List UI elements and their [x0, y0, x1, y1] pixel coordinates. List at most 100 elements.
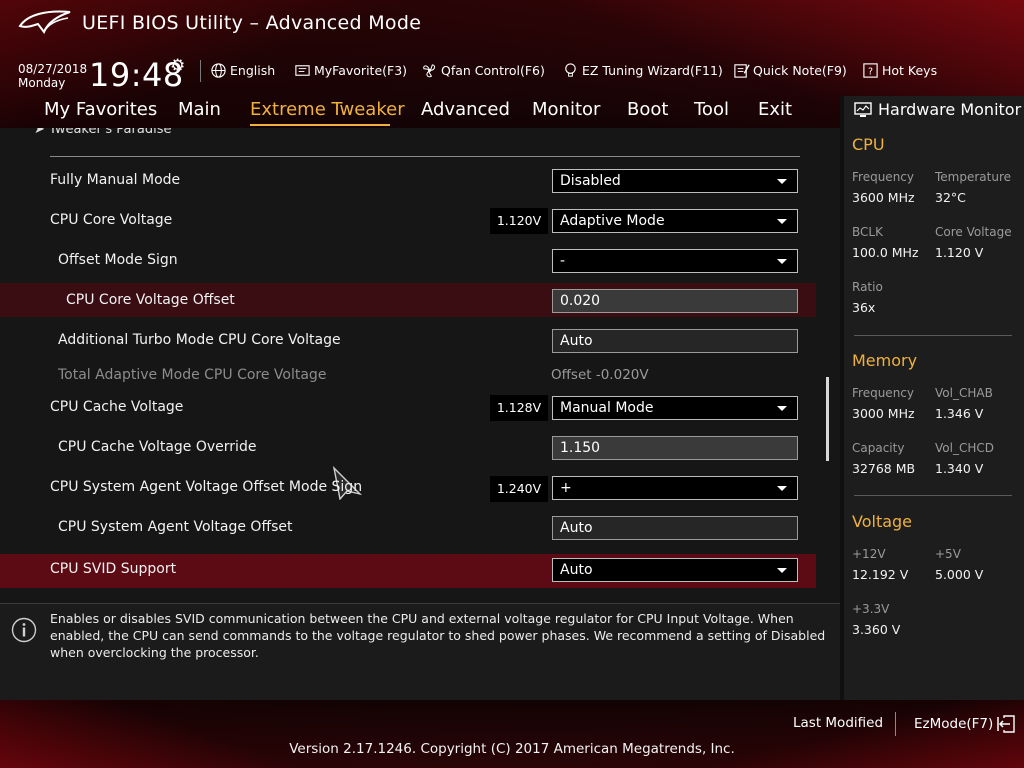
breadcrumb-arrow-icon: ➤: [34, 128, 50, 137]
hw-capacity-label: Capacity: [852, 441, 905, 455]
version-copyright: Version 2.17.1246. Copyright (C) 2017 Am…: [289, 741, 735, 757]
fully-manual-mode-value: Disabled: [560, 173, 621, 189]
hw-cpu-frequency-label: Frequency: [852, 170, 914, 184]
myfavorite-button[interactable]: MyFavorite(F3): [294, 62, 407, 79]
chevron-down-icon: [777, 486, 787, 491]
hardware-monitor-title: Hardware Monitor: [878, 100, 1022, 119]
sa-offset-label: CPU System Agent Voltage Offset: [58, 519, 293, 535]
fully-manual-mode-label: Fully Manual Mode: [50, 172, 181, 188]
hw-divider: [854, 335, 1012, 336]
hot-keys-label: Hot Keys: [882, 63, 938, 78]
favorite-icon: [295, 65, 310, 76]
total-adaptive-voltage-label: Total Adaptive Mode CPU Core Voltage: [58, 367, 327, 383]
hw-memory-heading: Memory: [852, 351, 918, 370]
cpu-cache-voltage-label: CPU Cache Voltage: [50, 399, 184, 415]
cpu-cache-voltage-select[interactable]: Manual Mode: [552, 396, 798, 420]
hw-ratio-value: 36x: [852, 300, 876, 315]
language-label: English: [230, 63, 276, 78]
tab-my-favorites[interactable]: My Favorites: [44, 99, 157, 120]
language-button[interactable]: English: [210, 62, 275, 79]
settings-panel: ➤ Tweaker's Paradise Fully Manual Mode D…: [0, 128, 840, 603]
ez-tuning-wizard-button[interactable]: EZ Tuning Wizard(F11): [562, 62, 723, 79]
sa-offset-sign-label: CPU System Agent Voltage Offset Mode Sig…: [50, 479, 363, 495]
fully-manual-mode-select[interactable]: Disabled: [552, 169, 798, 193]
cpu-cache-voltage-value: Manual Mode: [560, 400, 654, 416]
hw-mem-frequency-value: 3000 MHz: [852, 406, 915, 421]
hw-5v-value: 5.000 V: [935, 567, 984, 582]
svid-support-value: Auto: [560, 562, 593, 578]
chevron-down-icon: [777, 179, 787, 184]
hardware-monitor-panel: Hardware Monitor CPU Frequency Temperatu…: [840, 96, 1024, 700]
sa-voltage-reading: 1.240V: [490, 476, 548, 502]
svid-support-label: CPU SVID Support: [50, 561, 177, 577]
chevron-down-icon: [777, 219, 787, 224]
hardware-monitor-header: Hardware Monitor: [854, 100, 1021, 119]
cpu-core-voltage-offset-label: CPU Core Voltage Offset: [66, 292, 235, 308]
bulb-icon: [565, 63, 576, 77]
cpu-cache-voltage-override-input[interactable]: 1.150: [552, 436, 798, 460]
sa-offset-input[interactable]: Auto: [552, 516, 798, 540]
clock-settings-gear-icon[interactable]: ⚙: [170, 56, 185, 76]
rog-logo-icon: [18, 10, 71, 35]
tab-monitor[interactable]: Monitor: [532, 99, 600, 120]
note-icon: [734, 64, 750, 78]
offset-mode-sign-label: Offset Mode Sign: [58, 252, 178, 268]
quick-note-button[interactable]: Quick Note(F9): [733, 62, 847, 79]
hot-keys-button[interactable]: ? Hot Keys: [862, 62, 937, 79]
additional-turbo-voltage-label: Additional Turbo Mode CPU Core Voltage: [58, 332, 341, 348]
help-panel: Enables or disables SVID communication b…: [0, 603, 840, 700]
offset-mode-sign-value: -: [560, 253, 566, 269]
exit-arrow-icon: [997, 715, 1015, 733]
myfavorite-label: MyFavorite(F3): [314, 63, 408, 78]
hw-core-voltage-value: 1.120 V: [935, 245, 984, 260]
chevron-down-icon: [777, 259, 787, 264]
svg-text:?: ?: [868, 66, 873, 77]
tab-extreme-tweaker[interactable]: Extreme Tweaker: [250, 99, 405, 120]
hw-12v-value: 12.192 V: [852, 567, 909, 582]
additional-turbo-voltage-input[interactable]: Auto: [552, 329, 798, 353]
cpu-core-voltage-label: CPU Core Voltage: [50, 212, 173, 228]
tab-tool[interactable]: Tool: [694, 99, 729, 120]
ezmode-label: EzMode(F7): [914, 716, 994, 732]
breadcrumb-label: Tweaker's Paradise: [49, 128, 172, 137]
hw-vol-chab-value: 1.346 V: [935, 406, 984, 421]
hw-cpu-temperature-label: Temperature: [935, 170, 1012, 184]
hw-cpu-frequency-value: 3600 MHz: [852, 190, 915, 205]
cpu-cache-voltage-override-label: CPU Cache Voltage Override: [58, 439, 257, 455]
hw-vol-chab-label: Vol_CHAB: [935, 386, 993, 400]
ezmode-button[interactable]: EzMode(F7): [914, 715, 1016, 733]
hw-mem-frequency-label: Frequency: [852, 386, 914, 400]
last-modified-button[interactable]: Last Modified: [793, 715, 883, 731]
total-adaptive-voltage-value: Offset -0.020V: [551, 367, 649, 383]
cpu-core-voltage-value: Adaptive Mode: [560, 213, 665, 229]
ez-tuning-wizard-label: EZ Tuning Wizard(F11): [582, 63, 723, 78]
hw-cpu-heading: CPU: [852, 135, 885, 154]
day-text: Monday: [18, 76, 66, 90]
hotkeys-icon: ?: [863, 63, 878, 78]
app-title: UEFI BIOS Utility – Advanced Mode: [82, 12, 422, 34]
hw-core-voltage-label: Core Voltage: [935, 225, 1012, 239]
hw-bclk-label: BCLK: [852, 225, 883, 239]
tab-exit[interactable]: Exit: [758, 99, 792, 120]
sa-offset-sign-select[interactable]: +: [552, 476, 798, 500]
offset-mode-sign-select[interactable]: -: [552, 249, 798, 273]
hw-voltage-heading: Voltage: [852, 512, 913, 531]
hw-capacity-value: 32768 MB: [852, 461, 916, 476]
qfan-control-button[interactable]: Qfan Control(F6): [421, 62, 545, 79]
cpu-core-voltage-select[interactable]: Adaptive Mode: [552, 209, 798, 233]
toolbar-divider: [200, 60, 201, 82]
cpu-cache-voltage-reading: 1.128V: [490, 395, 548, 421]
tab-advanced[interactable]: Advanced: [421, 99, 510, 120]
tab-main[interactable]: Main: [178, 99, 221, 120]
date-display: 08/27/2018 Monday: [18, 62, 87, 90]
tab-boot[interactable]: Boot: [627, 99, 668, 120]
sa-offset-sign-value: +: [560, 480, 572, 496]
hw-3v3-label: +3.3V: [852, 602, 890, 616]
breadcrumb[interactable]: ➤ Tweaker's Paradise: [34, 128, 171, 137]
settings-scrollbar[interactable]: [826, 377, 829, 461]
svid-support-select[interactable]: Auto: [552, 558, 798, 582]
cpu-core-voltage-offset-input[interactable]: 0.020: [552, 289, 798, 313]
footer-divider: [895, 712, 896, 736]
fan-icon: [423, 64, 436, 78]
quick-note-label: Quick Note(F9): [753, 63, 847, 78]
